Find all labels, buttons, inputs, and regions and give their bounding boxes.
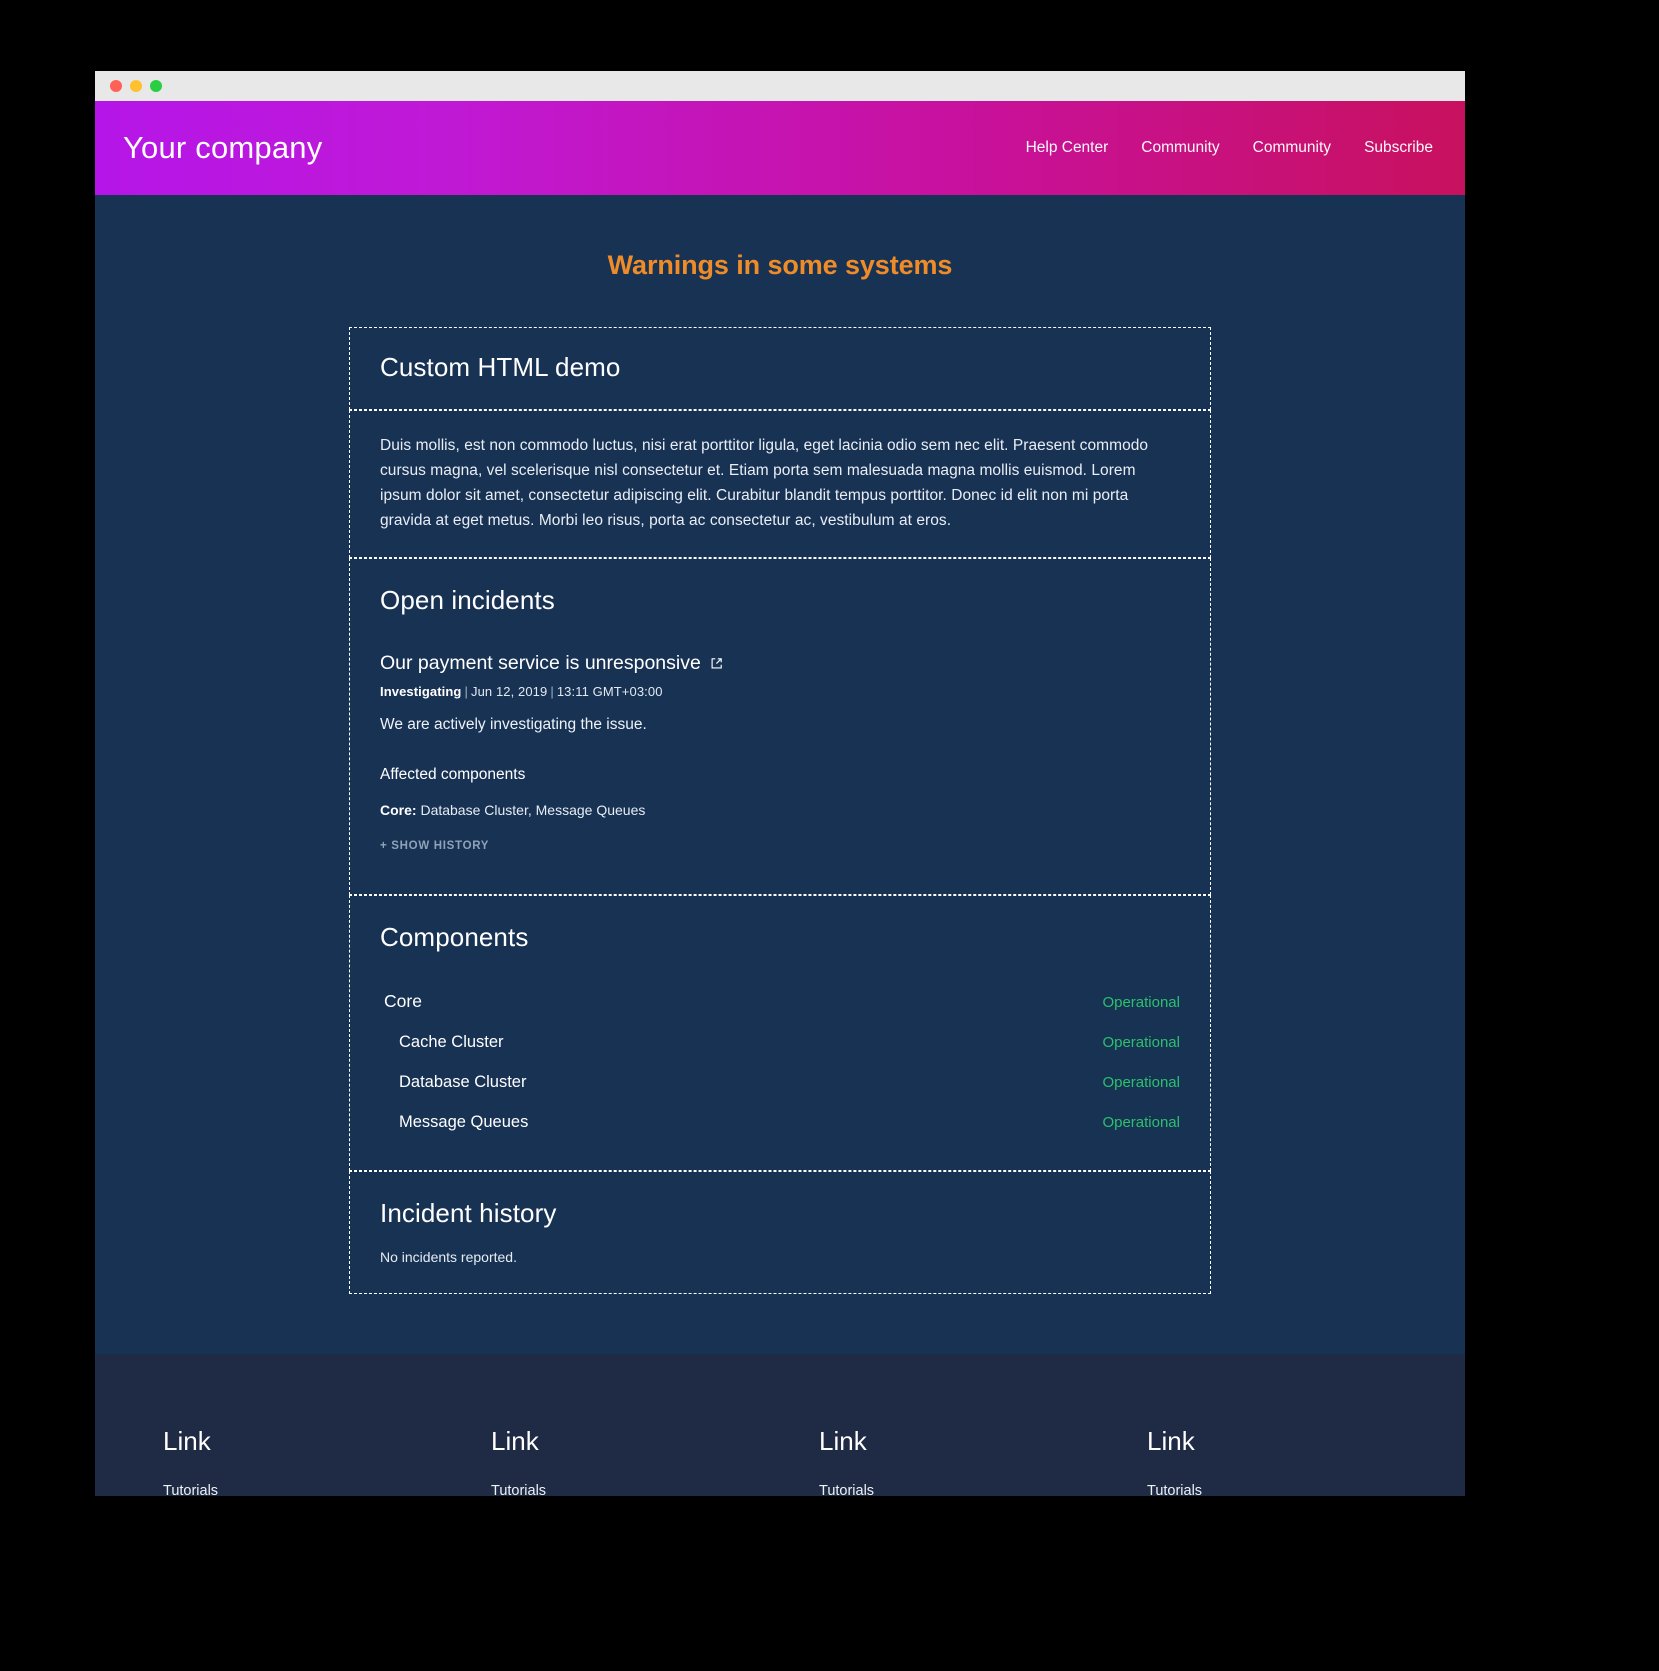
nav-item-subscribe[interactable]: Subscribe [1364, 139, 1433, 157]
brand-title: Your company [123, 130, 323, 165]
footer-column-3: Link Tutorials Services Contribute Conta… [819, 1426, 1147, 1496]
component-row-core: Core Operational [380, 991, 1180, 1012]
minimize-window-button[interactable] [130, 80, 142, 92]
incident-history-card: Incident history No incidents reported. [349, 1171, 1211, 1295]
maximize-window-button[interactable] [150, 80, 162, 92]
external-link-icon[interactable] [710, 657, 723, 670]
component-status-badge: Operational [1102, 1114, 1180, 1132]
incident-history-title: Incident history [380, 1198, 557, 1229]
footer-column-4: Link Tutorials Services Contribute Conta… [1147, 1426, 1216, 1496]
component-row-cache-cluster: Cache Cluster Operational [380, 1033, 1180, 1052]
site-footer: Link Tutorials Services Contribute Conta… [95, 1354, 1465, 1496]
status-card-stack: Custom HTML demo Duis mollis, est non co… [349, 327, 1211, 1295]
component-status-badge: Operational [1102, 1034, 1180, 1052]
footer-link-tutorials[interactable]: Tutorials [491, 1483, 819, 1496]
incident-history-note: No incidents reported. [380, 1249, 517, 1266]
component-name: Core [384, 991, 422, 1012]
footer-column-heading: Link [491, 1426, 539, 1457]
component-status-badge: Operational [1102, 1074, 1180, 1092]
component-name: Database Cluster [399, 1073, 527, 1092]
footer-columns: Link Tutorials Services Contribute Conta… [95, 1426, 1465, 1496]
footer-column-1: Link Tutorials Services Contribute Conta… [163, 1426, 491, 1496]
component-name: Cache Cluster [399, 1033, 504, 1052]
open-incidents-card: Open incidents Our payment service is un… [349, 558, 1211, 896]
custom-html-body-card: Duis mollis, est non commodo luctus, nis… [349, 410, 1211, 559]
nav-item-community-1[interactable]: Community [1141, 139, 1219, 157]
component-row-database-cluster: Database Cluster Operational [380, 1073, 1180, 1092]
custom-html-paragraph: Duis mollis, est non commodo luctus, nis… [380, 437, 1149, 530]
footer-column-heading: Link [1147, 1426, 1195, 1457]
incident-date: Jun 12, 2019 [470, 684, 548, 700]
nav-item-help-center[interactable]: Help Center [1026, 139, 1109, 157]
incident-description: We are actively investigating the issue. [380, 716, 647, 734]
affected-components-row: Core: Database Cluster, Message Queues [380, 802, 1180, 818]
nav-item-community-2[interactable]: Community [1253, 139, 1331, 157]
footer-column-heading: Link [163, 1426, 211, 1457]
affected-components-list: Database Cluster, Message Queues [420, 802, 646, 819]
footer-column-2: Link Tutorials Services Contribute Conta… [491, 1426, 819, 1496]
incident-title-row[interactable]: Our payment service is unresponsive [380, 652, 1180, 675]
incident-time: 13:11 GMT+03:00 [556, 684, 663, 700]
screen-root: Your company Help Center Community Commu… [0, 0, 1659, 1671]
open-incidents-title: Open incidents [380, 585, 555, 616]
component-name: Message Queues [399, 1113, 529, 1132]
overall-status-headline: Warnings in some systems [607, 250, 953, 280]
header-nav: Help Center Community Community Subscrib… [1026, 139, 1435, 157]
components-card: Components Core Operational Cache Cluste… [349, 895, 1211, 1172]
show-history-link[interactable]: + Show history [380, 840, 489, 852]
affected-group-label: Core: [380, 802, 417, 819]
window-titlebar [95, 71, 1465, 101]
incident-meta-sep-2: | [550, 684, 554, 700]
incident-meta: Investigating | Jun 12, 2019 | 13:11 GMT+03:… [380, 684, 1180, 699]
footer-link-tutorials[interactable]: Tutorials [819, 1483, 1147, 1496]
footer-link-tutorials[interactable]: Tutorials [1147, 1483, 1216, 1496]
incident-title: Our payment service is unresponsive [380, 652, 701, 675]
incident-status: Investigating [380, 684, 462, 700]
components-title: Components [380, 922, 529, 953]
component-status-badge: Operational [1102, 994, 1180, 1012]
page-body: Warnings in some systems Custom HTML dem… [95, 195, 1465, 1355]
incident-meta-sep-1: | [464, 684, 468, 700]
component-row-message-queues: Message Queues Operational [380, 1113, 1180, 1132]
footer-link-tutorials[interactable]: Tutorials [163, 1483, 491, 1496]
footer-column-heading: Link [819, 1426, 867, 1457]
browser-window: Your company Help Center Community Commu… [95, 71, 1465, 1496]
close-window-button[interactable] [110, 80, 122, 92]
custom-html-title: Custom HTML demo [380, 352, 621, 382]
custom-html-title-card: Custom HTML demo [349, 327, 1211, 410]
site-header: Your company Help Center Community Commu… [95, 101, 1465, 195]
components-list: Core Operational Cache Cluster Operation… [380, 991, 1180, 1132]
affected-components-heading: Affected components [380, 766, 526, 784]
